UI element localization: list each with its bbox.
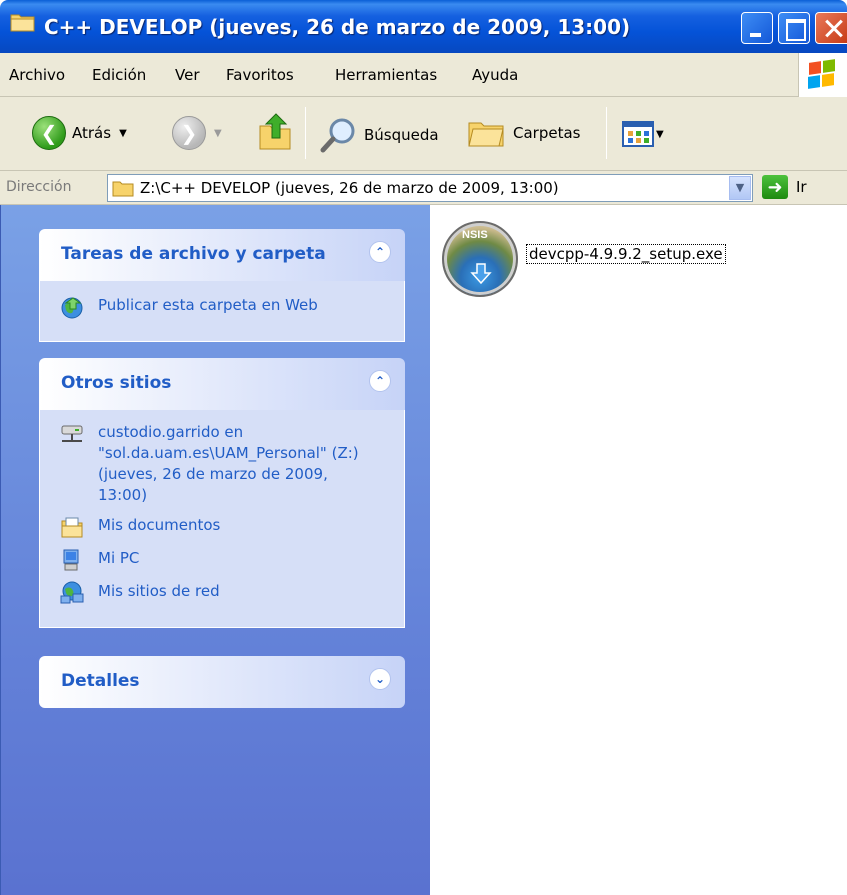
maximize-button[interactable]	[778, 12, 810, 44]
search-icon	[320, 118, 355, 153]
address-bar: Dirección Z:\C++ DEVELOP (jueves, 26 de …	[0, 171, 847, 205]
back-label: Atrás	[72, 124, 112, 142]
place-network-places[interactable]: Mis sitios de red	[60, 581, 404, 605]
forward-arrow-icon: ❯	[172, 116, 206, 150]
address-label: Dirección	[6, 179, 72, 195]
search-button[interactable]: Búsqueda	[320, 117, 439, 153]
nsis-icon-text: NSIS	[462, 229, 488, 241]
file-list: NSIS devcpp-4.9.9.2_setup.exe	[430, 205, 847, 895]
network-places-icon	[60, 581, 84, 604]
other-places-panel: Otros sitios ⌃ custodio.garrido en "sol.…	[39, 358, 405, 628]
place-network-drive[interactable]: custodio.garrido en "sol.da.uam.es\UAM_P…	[60, 422, 404, 506]
place-label: Mis sitios de red	[98, 582, 220, 600]
up-folder-button[interactable]	[258, 112, 294, 152]
place-label: custodio.garrido en "sol.da.uam.es\UAM_P…	[98, 423, 359, 504]
back-button[interactable]: ❮ Atrás ▼	[32, 116, 127, 150]
file-folder-tasks-panel: Tareas de archivo y carpeta ⌃ Publicar e…	[39, 229, 405, 342]
views-dropdown-icon[interactable]: ▼	[656, 129, 664, 140]
place-my-documents[interactable]: Mis documentos	[60, 515, 404, 539]
panel-body: Publicar esta carpeta en Web	[39, 281, 405, 342]
place-label: Mi PC	[98, 549, 140, 567]
my-documents-icon	[61, 517, 83, 538]
nsis-installer-icon: NSIS	[442, 221, 518, 297]
address-value: Z:\C++ DEVELOP (jueves, 26 de marzo de 2…	[140, 179, 559, 197]
back-arrow-icon: ❮	[32, 116, 66, 150]
file-item[interactable]: NSIS devcpp-4.9.9.2_setup.exe	[442, 221, 726, 297]
go-arrow-icon: ➜	[762, 175, 788, 199]
toolbar: ❮ Atrás ▼ ❯ ▼ Búsqueda Carpetas ▼	[0, 97, 847, 171]
file-name: devcpp-4.9.9.2_setup.exe	[526, 244, 726, 264]
minimize-button[interactable]	[741, 12, 773, 44]
menu-archivo[interactable]: Archivo	[9, 66, 65, 84]
panel-body: custodio.garrido en "sol.da.uam.es\UAM_P…	[39, 410, 405, 628]
place-my-computer[interactable]: Mi PC	[60, 548, 404, 572]
my-computer-icon	[63, 549, 79, 571]
panel-header[interactable]: Tareas de archivo y carpeta ⌃	[39, 229, 405, 281]
folders-button[interactable]: Carpetas	[467, 117, 580, 149]
details-panel: Detalles ⌄	[39, 656, 405, 708]
menu-ayuda[interactable]: Ayuda	[472, 66, 518, 84]
close-button[interactable]	[815, 12, 847, 44]
panel-header[interactable]: Otros sitios ⌃	[39, 358, 405, 410]
menu-herramientas[interactable]: Herramientas	[335, 66, 437, 84]
window-title: C++ DEVELOP (jueves, 26 de marzo de 2009…	[44, 15, 631, 39]
views-icon	[622, 121, 654, 147]
place-label: Mis documentos	[98, 516, 221, 534]
panel-title: Otros sitios	[61, 373, 172, 393]
forward-button[interactable]: ❯ ▼	[172, 116, 222, 150]
go-label: Ir	[796, 178, 807, 196]
back-dropdown-icon[interactable]: ▼	[119, 128, 127, 139]
panel-title: Tareas de archivo y carpeta	[61, 244, 326, 264]
up-folder-icon	[259, 113, 291, 150]
address-input[interactable]: Z:\C++ DEVELOP (jueves, 26 de marzo de 2…	[107, 174, 753, 202]
views-button[interactable]: ▼	[622, 121, 664, 147]
download-arrow-icon	[470, 263, 492, 285]
task-pane: Tareas de archivo y carpeta ⌃ Publicar e…	[0, 205, 430, 895]
globe-publish-icon	[61, 297, 83, 319]
address-dropdown-icon[interactable]: ▼	[729, 176, 751, 200]
title-bar: C++ DEVELOP (jueves, 26 de marzo de 2009…	[0, 0, 847, 53]
folder-icon	[112, 181, 134, 197]
task-label: Publicar esta carpeta en Web	[98, 296, 318, 314]
forward-dropdown-icon[interactable]: ▼	[214, 128, 222, 139]
folder-icon	[10, 14, 35, 32]
panel-header[interactable]: Detalles ⌄	[39, 656, 405, 708]
menu-bar: Archivo Edición Ver Favoritos Herramient…	[0, 53, 847, 97]
menu-ver[interactable]: Ver	[175, 66, 200, 84]
panel-title: Detalles	[61, 671, 140, 691]
toolbar-separator	[305, 107, 306, 159]
menu-edicion[interactable]: Edición	[92, 66, 146, 84]
folders-icon	[468, 122, 504, 147]
collapse-chevron-icon[interactable]: ⌃	[369, 241, 391, 263]
windows-logo-icon	[798, 53, 847, 97]
toolbar-separator	[606, 107, 607, 159]
task-publish-web[interactable]: Publicar esta carpeta en Web	[60, 295, 404, 319]
folders-label: Carpetas	[513, 124, 581, 142]
search-label: Búsqueda	[364, 126, 439, 144]
network-drive-icon	[61, 425, 83, 442]
go-button[interactable]: ➜ Ir	[762, 175, 807, 199]
menu-favoritos[interactable]: Favoritos	[226, 66, 294, 84]
collapse-chevron-icon[interactable]: ⌃	[369, 370, 391, 392]
expand-chevron-icon[interactable]: ⌄	[369, 668, 391, 690]
